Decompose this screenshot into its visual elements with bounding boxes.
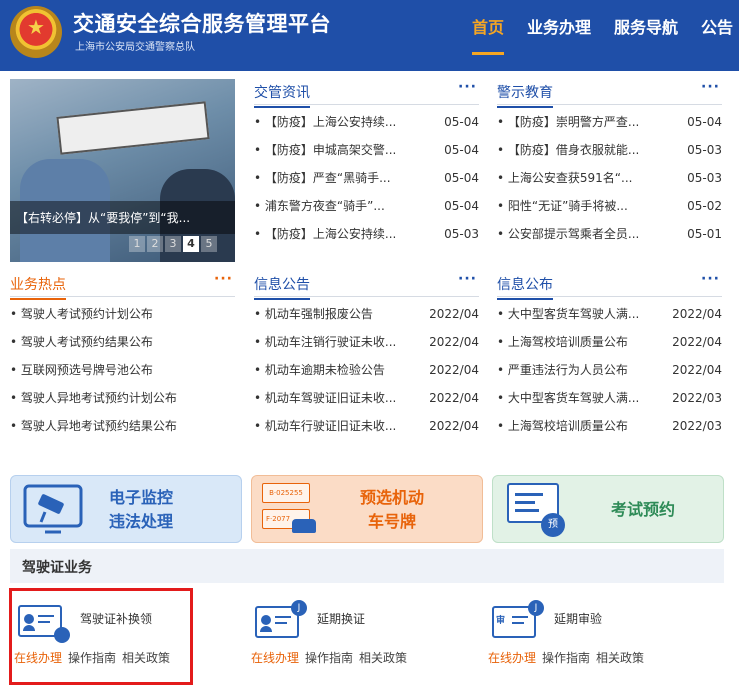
- badge-icon: J: [291, 600, 307, 616]
- main-nav: 首页 业务办理 服务导航 公告: [472, 14, 739, 55]
- service-title[interactable]: 延期换证: [317, 610, 365, 627]
- carousel-dot[interactable]: 5: [201, 236, 217, 252]
- header: ★ 交通安全综合服务管理平台 上海市公安局交通警察总队 首页 业务办理 服务导航…: [0, 0, 739, 71]
- section-title: 驾驶证业务: [22, 560, 92, 576]
- panel-business-hotspots: 业务热点 ··· • 驾驶人考试预约计划公布 • 驾驶人考试预约结果公布 • 互…: [10, 271, 235, 440]
- carousel-pagination: 1 2 3 4 5: [129, 236, 219, 252]
- service-links: 在线办理 操作指南 相关政策: [488, 649, 650, 666]
- list-item[interactable]: • 驾驶人考试预约计划公布: [10, 300, 235, 328]
- license-plate-icon: B·025255 F·2077: [262, 483, 316, 537]
- list-item[interactable]: • 机动车逾期未检验公告 2022/04: [254, 356, 479, 384]
- section-header: 驾驶证业务: [10, 549, 724, 583]
- panel-warning-education: 警示教育 ··· • 【防疫】崇明警方严查... 05-04 • 【防疫】借身衣服…: [497, 79, 722, 248]
- list-item[interactable]: • 上海驾校培训质量公布 2022/03: [497, 412, 722, 440]
- panel-traffic-news: 交管资讯 ··· • 【防疫】上海公安持续... 05-04 • 【防疫】申城高架…: [254, 79, 479, 248]
- list-item[interactable]: • 大中型客货车驾驶人满... 2022/03: [497, 384, 722, 412]
- id-card-icon[interactable]: 审 J: [492, 600, 546, 644]
- list-item[interactable]: • 【防疫】上海公安持续... 05-04: [254, 108, 479, 136]
- exam-document-icon: 预: [507, 483, 567, 537]
- more-icon[interactable]: ···: [701, 79, 720, 95]
- list-item[interactable]: • 【防疫】严查“黑骑手... 05-04: [254, 164, 479, 192]
- list-item[interactable]: • 上海驾校培训质量公布 2022/04: [497, 328, 722, 356]
- related-policy-link[interactable]: 相关政策: [359, 651, 407, 665]
- id-card-icon[interactable]: J: [255, 600, 309, 644]
- list-item[interactable]: • 大中型客货车驾驶人满... 2022/04: [497, 300, 722, 328]
- badge-icon: J: [528, 600, 544, 616]
- list-item[interactable]: • 【防疫】申城高架交警... 05-04: [254, 136, 479, 164]
- tile-plate-preselection[interactable]: B·025255 F·2077 预选机动 车号牌: [251, 475, 483, 543]
- tile-exam-reservation[interactable]: 预 考试预约: [492, 475, 724, 543]
- list-item[interactable]: • 驾驶人异地考试预约结果公布: [10, 412, 235, 440]
- panel-info-publication: 信息公布 ··· • 大中型客货车驾驶人满... 2022/04 • 上海驾校培训…: [497, 271, 722, 440]
- service-title[interactable]: 延期审验: [554, 610, 602, 627]
- news-carousel[interactable]: 【右转必停】从“要我停”到“我... 1 2 3 4 5: [10, 79, 235, 262]
- service-links: 在线办理 操作指南 相关政策: [251, 649, 413, 666]
- more-icon[interactable]: ···: [701, 271, 720, 287]
- carousel-dot[interactable]: 2: [147, 236, 163, 252]
- operation-guide-link[interactable]: 操作指南: [542, 651, 590, 665]
- tile-label: 预选机动 车号牌: [360, 488, 425, 531]
- monitor-camera-icon: [23, 484, 83, 534]
- online-handle-link[interactable]: 在线办理: [488, 651, 536, 665]
- site-subtitle: 上海市公安局交通警察总队: [75, 42, 195, 53]
- carousel-caption[interactable]: 【右转必停】从“要我停”到“我...: [10, 201, 235, 234]
- tile-electronic-monitoring[interactable]: 电子监控 违法处理: [10, 475, 242, 543]
- list-item[interactable]: • 机动车注销行驶证未收... 2022/04: [254, 328, 479, 356]
- online-handle-link[interactable]: 在线办理: [251, 651, 299, 665]
- service-extend-renewal: J 延期换证 在线办理 操作指南 相关政策: [251, 588, 451, 685]
- carousel-dot-active[interactable]: 4: [183, 236, 199, 252]
- nav-announcement[interactable]: 公告: [701, 14, 733, 38]
- list-item[interactable]: • 机动车驾驶证旧证未收... 2022/04: [254, 384, 479, 412]
- panel-title[interactable]: 业务热点: [10, 274, 66, 300]
- list-item[interactable]: • 阳性“无证”骑手将被... 05-02: [497, 192, 722, 220]
- list-item[interactable]: • 【防疫】上海公安持续... 05-03: [254, 220, 479, 248]
- tile-label: 电子监控 违法处理: [109, 488, 174, 531]
- carousel-photo-plate: [56, 101, 210, 155]
- nav-service-guide[interactable]: 服务导航: [614, 14, 678, 38]
- panel-title[interactable]: 信息公告: [254, 274, 310, 300]
- list-item[interactable]: • 机动车强制报废公告 2022/04: [254, 300, 479, 328]
- panel-title[interactable]: 交管资讯: [254, 82, 310, 108]
- tile-label: 考试预约: [611, 500, 676, 519]
- list-item[interactable]: • 【防疫】崇明警方严查... 05-04: [497, 108, 722, 136]
- list-item[interactable]: • 浦东警方夜查“骑手”... 05-04: [254, 192, 479, 220]
- nav-business[interactable]: 业务办理: [527, 14, 591, 38]
- list-item[interactable]: • 机动车行驶证旧证未收... 2022/04: [254, 412, 479, 440]
- list-item[interactable]: • 严重违法行为人员公布 2022/04: [497, 356, 722, 384]
- panel-title[interactable]: 信息公布: [497, 274, 553, 300]
- more-icon[interactable]: ···: [458, 271, 477, 287]
- related-policy-link[interactable]: 相关政策: [596, 651, 644, 665]
- list-item[interactable]: • 上海公安查获591名“... 05-03: [497, 164, 722, 192]
- list-item[interactable]: • 驾驶人考试预约结果公布: [10, 328, 235, 356]
- list-item[interactable]: • 驾驶人异地考试预约计划公布: [10, 384, 235, 412]
- more-icon[interactable]: ···: [458, 79, 477, 95]
- panel-info-announcements: 信息公告 ··· • 机动车强制报废公告 2022/04 • 机动车注销行驶证未收…: [254, 271, 479, 440]
- list-item[interactable]: • 互联网预选号牌号池公布: [10, 356, 235, 384]
- more-icon[interactable]: ···: [214, 271, 233, 287]
- carousel-dot[interactable]: 3: [165, 236, 181, 252]
- panel-title[interactable]: 警示教育: [497, 82, 553, 108]
- nav-home[interactable]: 首页: [472, 14, 505, 55]
- service-extend-review: 审 J 延期审验 在线办理 操作指南 相关政策: [488, 588, 688, 685]
- list-item[interactable]: • 【防疫】借身衣服就能... 05-03: [497, 136, 722, 164]
- site-title[interactable]: 交通安全综合服务管理平台: [73, 8, 331, 38]
- carousel-dot[interactable]: 1: [129, 236, 145, 252]
- highlight-box: [9, 588, 193, 685]
- operation-guide-link[interactable]: 操作指南: [305, 651, 353, 665]
- police-emblem-logo[interactable]: ★: [10, 6, 62, 58]
- list-item[interactable]: • 公安部提示驾乘者全员... 05-01: [497, 220, 722, 248]
